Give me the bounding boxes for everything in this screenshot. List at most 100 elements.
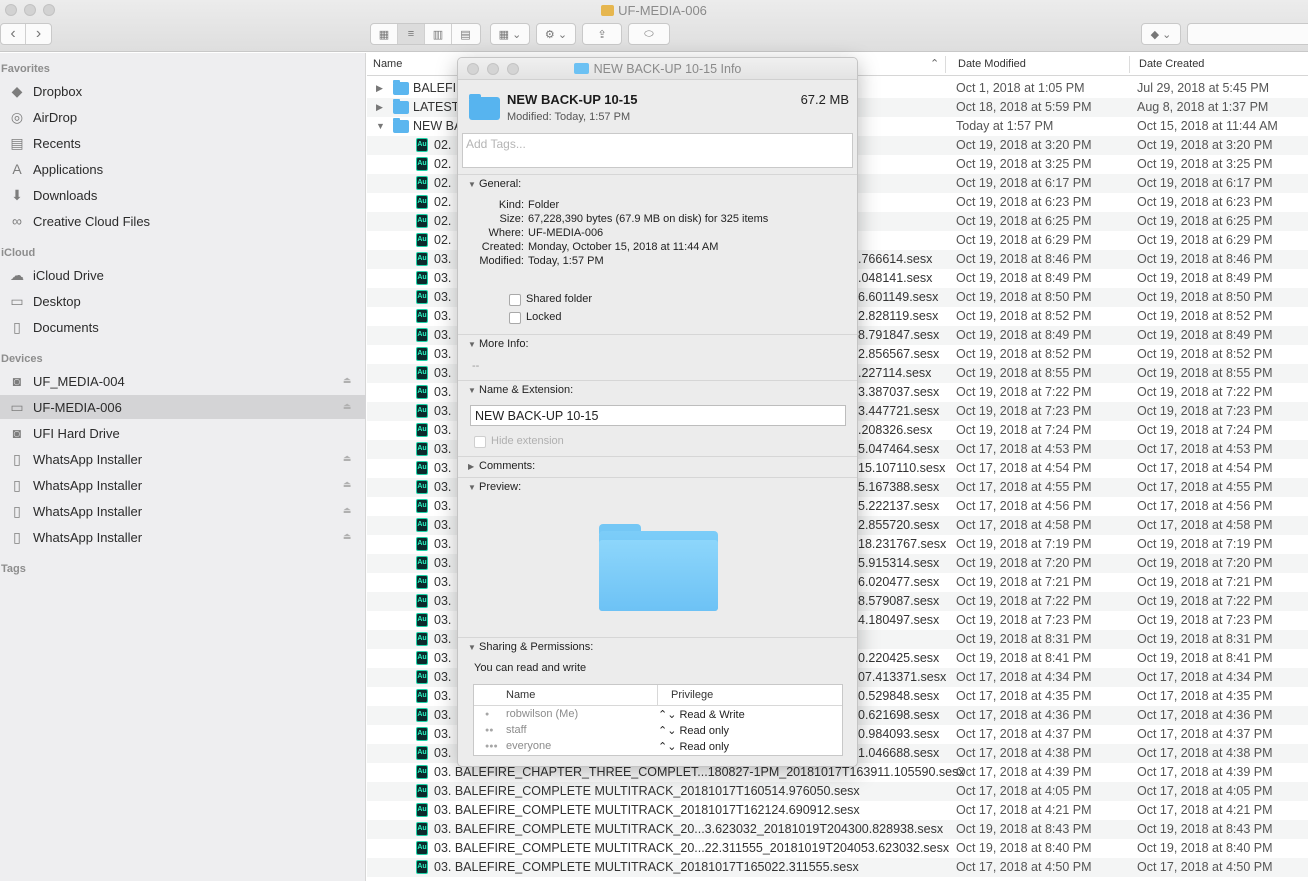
folder-preview-icon [599,524,718,611]
sidebar-item-label: UF_MEDIA-004 [33,373,125,389]
preview-section-toggle[interactable]: ▼ Preview: [468,481,521,493]
disclosure-closed-icon[interactable]: ▶ [376,83,383,94]
date-created: Oct 17, 2018 at 4:34 PM [1137,670,1273,684]
file-name: 03. [434,518,452,532]
eject-icon[interactable]: ⏏ [342,453,352,463]
file-name-tail: 0.220425.sesx [858,651,940,665]
name-extension-section-toggle[interactable]: ▼ Name & Extension: [468,384,573,396]
sidebar-item-icloud-drive[interactable]: ☁ iCloud Drive [0,263,366,287]
privilege-popup[interactable]: ⌃⌄ Read only [658,740,729,753]
privilege-popup[interactable]: ⌃⌄ Read & Write [658,708,745,721]
sidebar-item-applications[interactable]: A Applications [0,157,366,181]
finder-toolbar: UF-MEDIA-006 ‹ › ▦ ≡ ▥ ▤ ▦ ⌄ ⚙ ⌄ ⇪ ⬭ ◆ ⌄ [0,0,1308,52]
sidebar-favorites-icon: A [12,161,22,177]
sidebar-item-dropbox[interactable]: ◆ Dropbox [0,79,366,103]
file-name: 03. [434,613,452,627]
hide-extension-checkbox[interactable] [474,436,486,448]
tags-field[interactable]: Add Tags... [462,133,853,168]
column-date-modified-header[interactable]: Date Modified [958,58,1026,70]
permissions-table: Name Privilege ● robwilson (Me) ⌃⌄ Read & … [473,684,843,756]
kind-value: Folder [528,199,560,211]
general-section-toggle[interactable]: ▼ General: [468,178,521,190]
sidebar-item-documents[interactable]: ▯ Documents [0,315,366,339]
file-name-tail: 0.529848.sesx [858,689,940,703]
info-item-size: 67.2 MB [800,92,849,107]
sort-arrow-icon: ⌃ [930,58,940,70]
date-modified: Oct 17, 2018 at 4:05 PM [956,784,1092,798]
forward-button[interactable]: › [26,24,51,44]
dropbox-button[interactable]: ◆ ⌄ [1141,23,1181,45]
eject-icon[interactable]: ⏏ [342,375,352,385]
file-name: 03. [434,404,452,418]
shared-folder-checkbox[interactable] [509,294,521,306]
date-modified: Oct 19, 2018 at 8:46 PM [956,252,1092,266]
shared-folder-label: Shared folder [526,293,593,305]
comments-section-toggle[interactable]: ▶ Comments: [468,460,535,472]
date-created: Oct 19, 2018 at 8:50 PM [1137,290,1273,304]
date-modified: Oct 19, 2018 at 8:41 PM [956,651,1092,665]
date-created: Oct 19, 2018 at 8:55 PM [1137,366,1273,380]
sidebar-item-airdrop[interactable]: ◎ AirDrop [0,105,366,129]
sidebar-item-creative-cloud-files[interactable]: ∞ Creative Cloud Files [0,209,366,233]
file-row[interactable]: Au 03. BALEFIRE_COMPLETE MULTITRACK_20181… [367,858,1308,877]
sidebar-favorites-icon: ∞ [12,213,22,229]
sidebar-item-whatsapp-installer[interactable]: ▯ WhatsApp Installer ⏏ [0,473,366,497]
arrange-button[interactable]: ▦ ⌄ [490,23,530,45]
date-created: Oct 19, 2018 at 8:46 PM [1137,252,1273,266]
column-date-created-header[interactable]: Date Created [1139,58,1204,70]
audition-file-icon: Au [416,594,428,608]
sharing-section-toggle[interactable]: ▼ Sharing & Permissions: [468,641,593,653]
gallery-view-button[interactable]: ▤ [452,24,479,44]
where-label: Where: [488,227,524,239]
share-button[interactable]: ⇪ [582,23,622,45]
column-divider[interactable] [945,56,946,73]
search-field[interactable] [1187,23,1308,45]
sidebar-item-recents[interactable]: ▤ Recents [0,131,366,155]
more-info-section-toggle[interactable]: ▼ More Info: [468,338,529,350]
date-modified: Oct 1, 2018 at 1:05 PM [956,81,1085,95]
date-created: Oct 19, 2018 at 8:49 PM [1137,328,1273,342]
date-created: Oct 19, 2018 at 7:21 PM [1137,575,1273,589]
audition-file-icon: Au [416,765,428,779]
disclosure-open-icon[interactable]: ▼ [376,121,385,131]
sidebar-item-uf-media-006[interactable]: ▭ UF-MEDIA-006 ⏏ [0,395,366,419]
action-gear-button[interactable]: ⚙ ⌄ [536,23,576,45]
sidebar-item-downloads[interactable]: ⬇ Downloads [0,183,366,207]
tag-button[interactable]: ⬭ [628,23,670,45]
date-modified: Oct 17, 2018 at 4:55 PM [956,480,1092,494]
disclosure-closed-icon[interactable]: ▶ [376,102,383,113]
sidebar-item-ufi-hard-drive[interactable]: ◙ UFI Hard Drive [0,421,366,445]
date-modified: Oct 19, 2018 at 7:24 PM [956,423,1092,437]
sidebar-item-desktop[interactable]: ▭ Desktop [0,289,366,313]
column-name-header[interactable]: Name [373,58,402,70]
permissions-privilege-header[interactable]: Privilege [671,689,713,701]
file-row[interactable]: Au 03. BALEFIRE_COMPLETE MULTITRACK_20181… [367,782,1308,801]
file-row[interactable]: Au 03. BALEFIRE_COMPLETE MULTITRACK_20...… [367,820,1308,839]
list-view-button[interactable]: ≡ [398,24,425,44]
get-info-window: NEW BACK-UP 10-15 Info NEW BACK-UP 10-15… [457,57,858,767]
icon-view-button[interactable]: ▦ [371,24,398,44]
file-name: 03. BALEFIRE_COMPLETE MULTITRACK_2018101… [434,860,859,874]
sidebar-item-whatsapp-installer[interactable]: ▯ WhatsApp Installer ⏏ [0,447,366,471]
locked-checkbox[interactable] [509,312,521,324]
column-view-button[interactable]: ▥ [425,24,452,44]
sidebar-item-whatsapp-installer[interactable]: ▯ WhatsApp Installer ⏏ [0,525,366,549]
permissions-name-header[interactable]: Name [506,689,535,701]
created-label: Created: [481,241,524,253]
sidebar-item-uf-media-004[interactable]: ◙ UF_MEDIA-004 ⏏ [0,369,366,393]
eject-icon[interactable]: ⏏ [342,401,352,411]
file-name: 03. [434,290,452,304]
name-input[interactable]: NEW BACK-UP 10-15 [470,405,846,426]
file-row[interactable]: Au 03. BALEFIRE_COMPLETE MULTITRACK_20181… [367,801,1308,820]
info-item-name: NEW BACK-UP 10-15 [507,92,638,107]
sidebar-item-whatsapp-installer[interactable]: ▯ WhatsApp Installer ⏏ [0,499,366,523]
eject-icon[interactable]: ⏏ [342,479,352,489]
privilege-popup[interactable]: ⌃⌄ Read only [658,724,729,737]
file-row[interactable]: Au 03. BALEFIRE_COMPLETE MULTITRACK_20...… [367,839,1308,858]
disclosure-open-icon: ▼ [468,386,476,395]
eject-icon[interactable]: ⏏ [342,531,352,541]
eject-icon[interactable]: ⏏ [342,505,352,515]
date-modified: Oct 19, 2018 at 6:23 PM [956,195,1092,209]
column-divider[interactable] [1129,56,1130,73]
back-button[interactable]: ‹ [1,24,26,44]
